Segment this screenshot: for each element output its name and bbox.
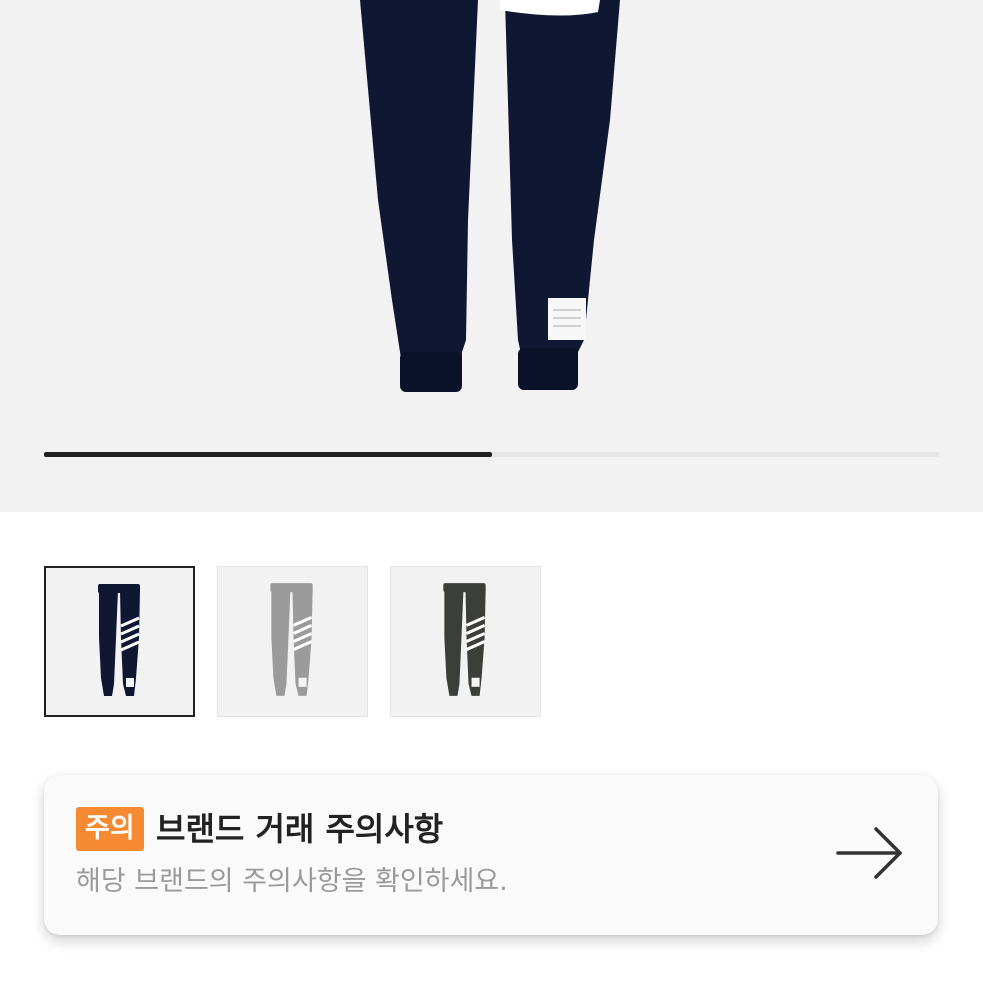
brand-notice-card[interactable]: 주의 브랜드 거래 주의사항 해당 브랜드의 주의사항을 확인하세요.: [44, 775, 938, 935]
pants-thumbnail-image: [443, 583, 486, 696]
gallery-progress-bar: [44, 452, 939, 457]
gallery-progress-fill: [44, 452, 492, 457]
notice-subtitle: 해당 브랜드의 주의사항을 확인하세요.: [76, 866, 508, 897]
pants-thumbnail-image: [98, 584, 140, 696]
product-image-gallery[interactable]: [0, 0, 983, 512]
thumbnail-grey[interactable]: [217, 566, 368, 717]
thumbnail-charcoal[interactable]: [390, 566, 541, 717]
pants-thumbnail-image: [270, 583, 313, 696]
caution-badge: 주의: [76, 807, 144, 851]
product-main-image: [360, 0, 620, 392]
arrow-right-icon[interactable]: [836, 823, 906, 883]
thumbnail-list: [44, 566, 541, 717]
notice-title: 브랜드 거래 주의사항: [156, 810, 444, 848]
thumbnail-navy[interactable]: [44, 566, 195, 717]
